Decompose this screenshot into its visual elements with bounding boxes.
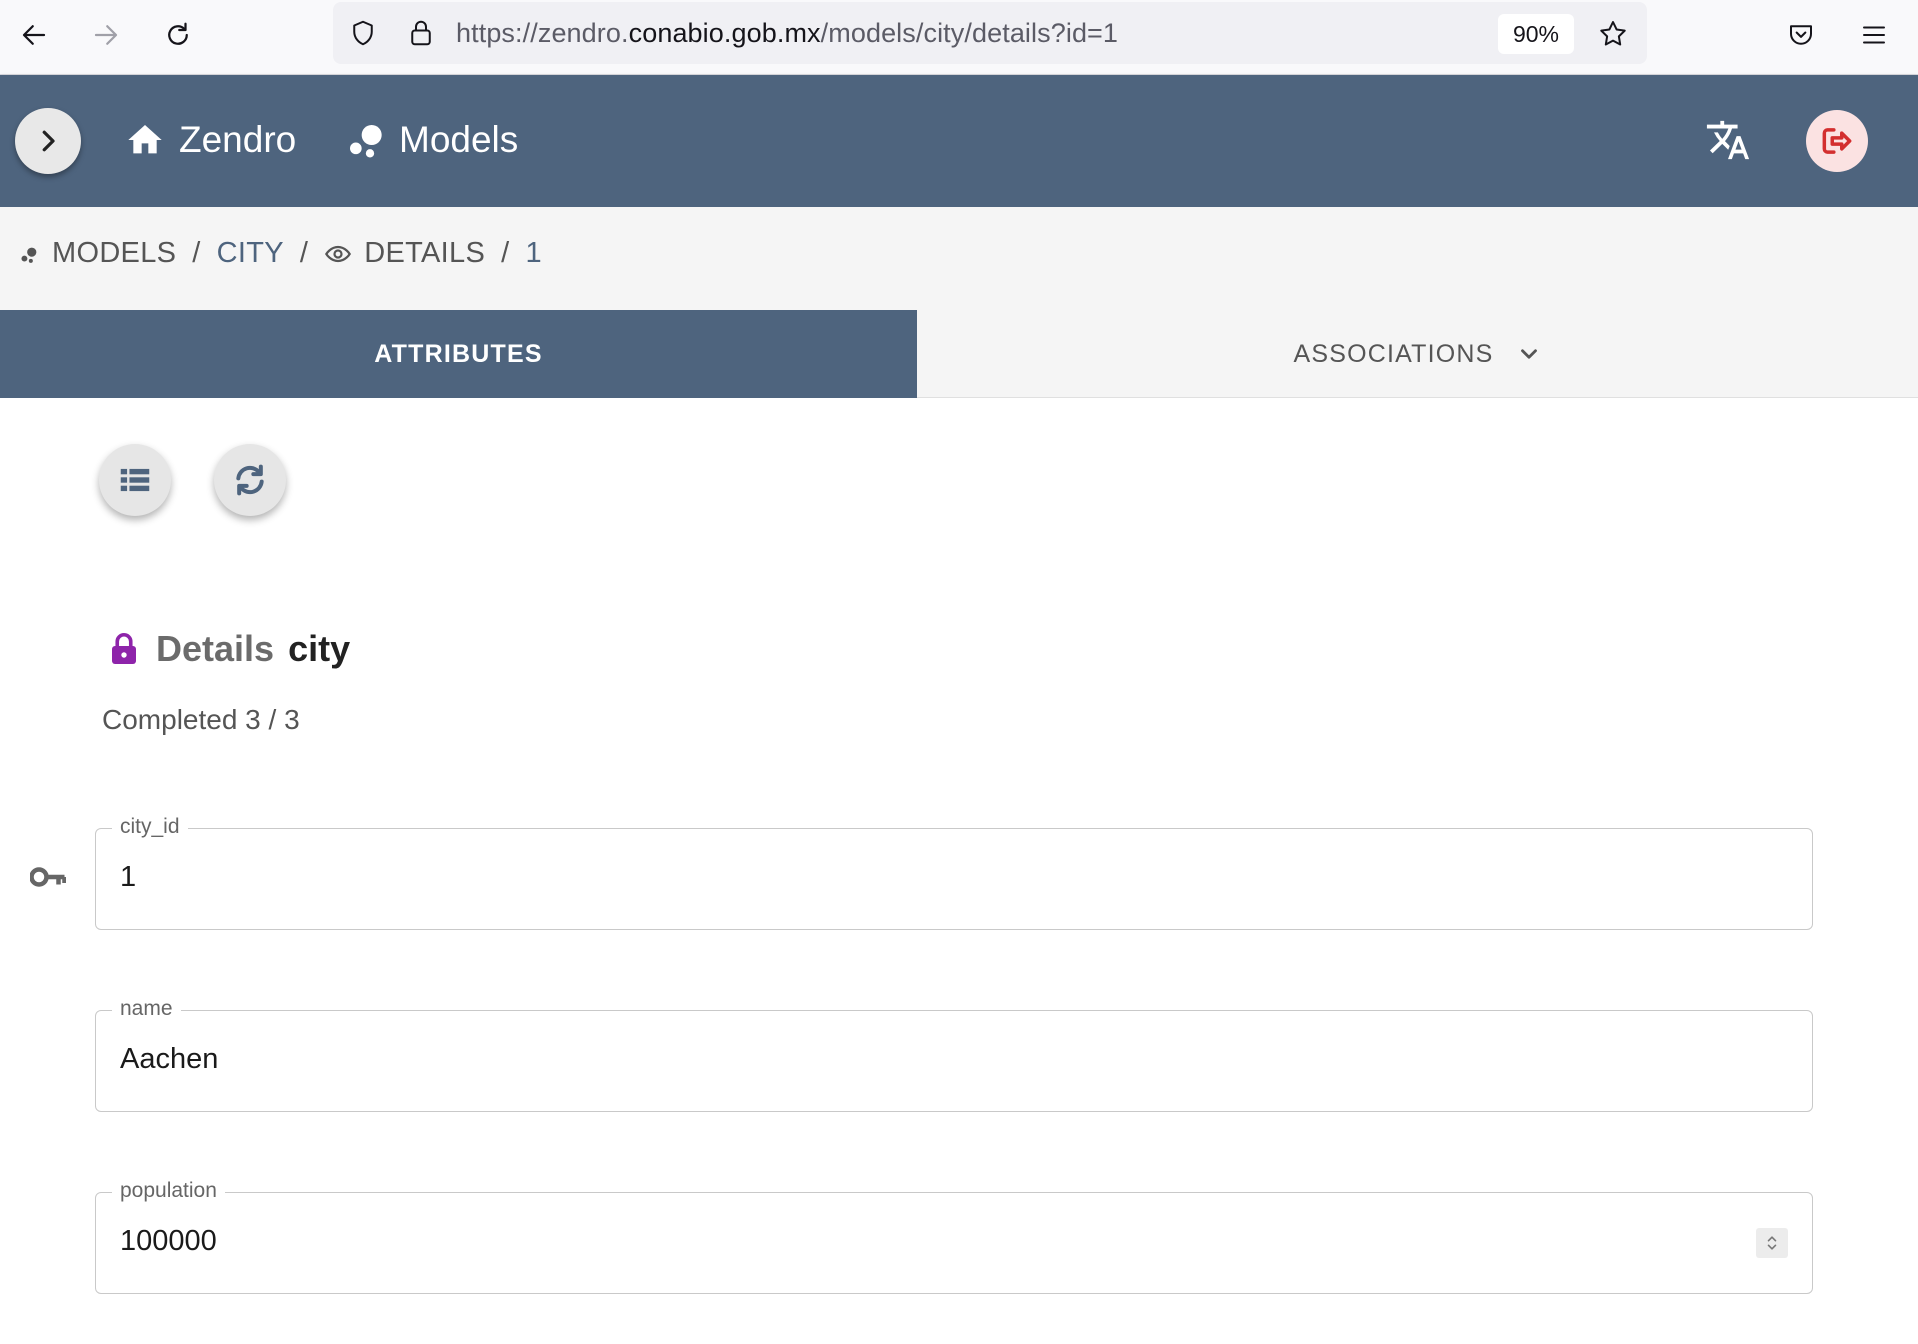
bookmark-star-icon[interactable] [1595, 16, 1631, 52]
arrow-left-icon [22, 25, 46, 45]
reload-data-button[interactable] [214, 444, 286, 516]
breadcrumb-bar: MODELS / CITY / DETAILS / 1 [0, 207, 1918, 310]
tab-associations-label: ASSOCIATIONS [1293, 339, 1494, 368]
url-host: conabio.gob.mx [628, 18, 821, 48]
chevron-right-icon [42, 130, 55, 152]
field-value: 100000 [120, 1225, 217, 1257]
reload-icon [168, 22, 188, 45]
tab-attributes[interactable]: ATTRIBUTES [0, 310, 917, 398]
tab-attributes-label: ATTRIBUTES [374, 339, 543, 368]
arrow-right-icon [94, 25, 118, 45]
browser-toolbar: https://zendro.conabio.gob.mx/models/cit… [0, 0, 1918, 75]
back-button[interactable] [11, 12, 57, 58]
breadcrumb-city[interactable]: CITY [217, 237, 284, 270]
url-path: /models/city/details?id=1 [820, 18, 1119, 48]
models-link[interactable]: Models [345, 115, 518, 165]
drawer-toggle-button[interactable] [15, 108, 81, 174]
chevron-down-icon [1520, 349, 1537, 359]
breadcrumb-details: DETAILS [324, 237, 485, 270]
stepper-arrows-icon [1767, 1236, 1777, 1250]
tab-bar: ATTRIBUTES ASSOCIATIONS [0, 310, 1918, 398]
breadcrumb-models[interactable]: MODELS [18, 237, 176, 270]
breadcrumb-id: 1 [525, 237, 542, 269]
list-icon [120, 468, 150, 492]
name-field[interactable]: name Aachen [95, 997, 1813, 1112]
logout-button[interactable] [1806, 110, 1868, 172]
menu-button[interactable] [1851, 12, 1897, 58]
shield-icon[interactable] [347, 17, 379, 49]
breadcrumb-separator: / [299, 237, 309, 269]
hamburger-menu-icon [1863, 26, 1885, 44]
logout-icon [1822, 128, 1852, 154]
breadcrumb-details-label: DETAILS [364, 237, 486, 269]
models-link-label: Models [399, 119, 519, 160]
bubbles-icon [21, 247, 37, 263]
details-model-name: city [288, 628, 351, 669]
pocket-button[interactable] [1778, 12, 1824, 58]
field-value: 1 [120, 861, 137, 893]
number-stepper[interactable] [1756, 1228, 1788, 1258]
details-label: Details [156, 628, 275, 669]
completion-status: Completed 3 / 3 [102, 704, 300, 735]
home-icon [128, 125, 162, 154]
url-scheme: https://zendro. [456, 18, 629, 48]
forward-button[interactable] [83, 12, 129, 58]
eye-icon [325, 245, 352, 262]
pocket-icon [1790, 25, 1812, 45]
details-header: Details city [106, 628, 350, 670]
zoom-level-badge[interactable]: 90% [1498, 14, 1574, 54]
home-link[interactable]: Zendro [125, 115, 296, 165]
home-link-label: Zendro [179, 119, 297, 160]
breadcrumb: MODELS / CITY / DETAILS / 1 [18, 237, 542, 270]
population-field[interactable]: population 100000 [95, 1179, 1813, 1294]
city-id-field[interactable]: city_id 1 [95, 815, 1813, 930]
translate-icon [1706, 120, 1750, 160]
app-header: Zendro Models [0, 75, 1918, 207]
sync-icon [236, 464, 264, 496]
url-bar[interactable]: https://zendro.conabio.gob.mx/models/cit… [333, 2, 1647, 64]
lock-icon[interactable] [405, 17, 437, 49]
field-label: city_id [112, 815, 188, 839]
field-label: population [112, 1179, 225, 1203]
bubbles-icon [350, 125, 382, 158]
table-view-button[interactable] [99, 444, 171, 516]
breadcrumb-separator: / [192, 237, 201, 269]
breadcrumb-separator: / [501, 237, 510, 269]
field-label: name [112, 997, 181, 1021]
translate-button[interactable] [1700, 112, 1756, 168]
url-text[interactable]: https://zendro.conabio.gob.mx/models/cit… [456, 18, 1118, 49]
reload-button[interactable] [155, 12, 201, 58]
key-icon [30, 867, 66, 887]
field-value: Aachen [120, 1043, 219, 1075]
tab-associations[interactable]: ASSOCIATIONS [917, 310, 1918, 398]
lock-icon [112, 632, 136, 664]
breadcrumb-models-label: MODELS [52, 237, 177, 269]
